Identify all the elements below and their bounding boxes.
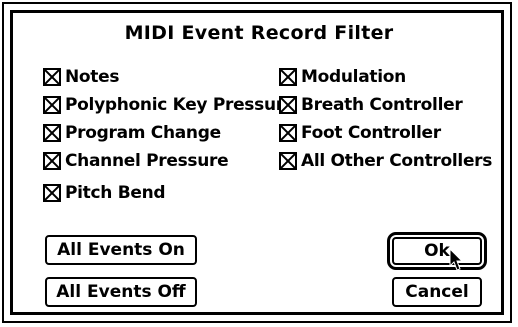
checkbox-channel-pressure[interactable]: Channel Pressure [43, 149, 229, 173]
all-events-off-button[interactable]: All Events Off [45, 277, 197, 307]
checkbox-modulation[interactable]: Modulation [279, 65, 406, 89]
checkbox-label: Modulation [301, 67, 406, 87]
checkbox-label: Breath Controller [301, 95, 463, 115]
checkbox-label: Polyphonic Key Pressure [65, 95, 296, 115]
checkbox-label: Foot Controller [301, 123, 441, 143]
checkbox-label: All Other Controllers [301, 151, 493, 171]
checkbox-polyphonic-key-pressure[interactable]: Polyphonic Key Pressure [43, 93, 295, 117]
ok-button[interactable]: Ok [387, 232, 487, 270]
all-events-on-button[interactable]: All Events On [45, 235, 197, 265]
arrow-cursor-icon [449, 248, 464, 271]
checkbox-label: Channel Pressure [65, 151, 229, 171]
checkbox-checked-icon [279, 96, 297, 114]
checkbox-label: Notes [65, 67, 120, 87]
checkbox-label: Pitch Bend [65, 183, 166, 203]
checkbox-pitch-bend[interactable]: Pitch Bend [43, 181, 166, 205]
checkbox-label: Program Change [65, 123, 221, 143]
checkbox-all-other-controllers[interactable]: All Other Controllers [279, 149, 492, 173]
cancel-button[interactable]: Cancel [392, 277, 482, 307]
checkbox-checked-icon [279, 152, 297, 170]
checkbox-breath-controller[interactable]: Breath Controller [279, 93, 463, 117]
checkbox-checked-icon [43, 96, 61, 114]
checkbox-checked-icon [43, 152, 61, 170]
checkbox-program-change[interactable]: Program Change [43, 121, 221, 145]
checkbox-checked-icon [43, 124, 61, 142]
checkbox-checked-icon [279, 124, 297, 142]
checkbox-checked-icon [43, 184, 61, 202]
checkbox-checked-icon [279, 68, 297, 86]
dialog-title: MIDI Event Record Filter [124, 22, 394, 44]
checkbox-notes[interactable]: Notes [43, 65, 119, 89]
checkbox-checked-icon [43, 68, 61, 86]
checkbox-foot-controller[interactable]: Foot Controller [279, 121, 441, 145]
